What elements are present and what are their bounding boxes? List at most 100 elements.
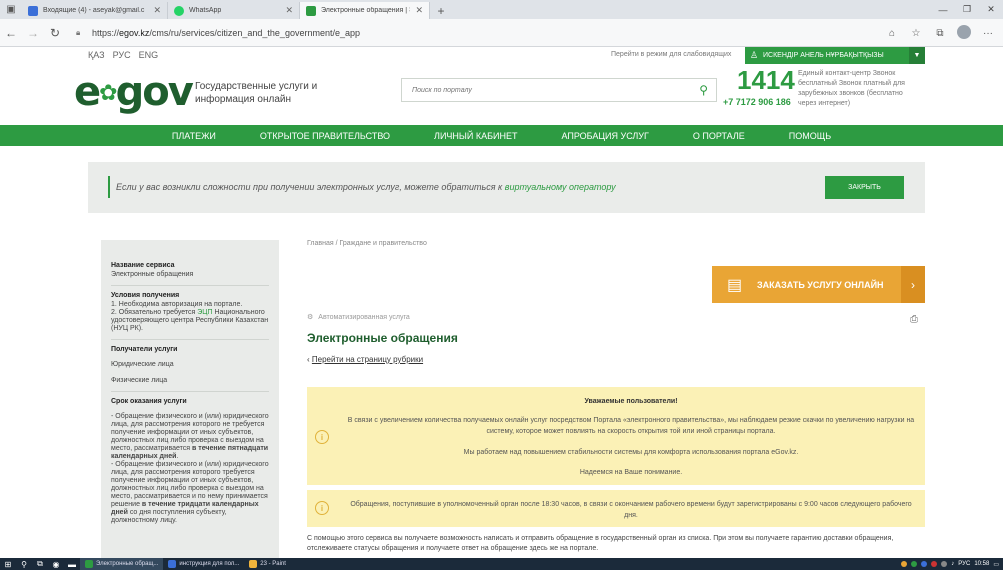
service-description: С помощью этого сервиса вы получаете воз…: [307, 535, 894, 552]
close-icon[interactable]: ✕: [415, 5, 423, 16]
user-account-button[interactable]: ♙ ИСКЕНДІР АНЕЛЬ НҰРБАҚЫТҚЫЗЫ ▼: [745, 47, 925, 64]
tab-actions-icon[interactable]: ▣: [0, 0, 22, 19]
order-service-online-button[interactable]: ▤ ЗАКАЗАТЬ УСЛУГУ ОНЛАЙН ›: [712, 266, 925, 303]
person-icon: ♙: [749, 50, 759, 60]
browser-tab-gmail[interactable]: Входящие (4) - aseyak@gmail.c ✕: [22, 2, 168, 19]
site-tagline: Государственные услуги и информация онла…: [195, 81, 318, 105]
collections-icon[interactable]: ⧉: [931, 28, 949, 39]
reload-icon[interactable]: ↻: [44, 19, 66, 47]
menu-service-testing[interactable]: АПРОБАЦИЯ УСЛУГ: [539, 125, 670, 146]
close-window-icon[interactable]: ✕: [979, 0, 1003, 19]
profile-icon[interactable]: [955, 24, 973, 42]
taskbar-app-instruction[interactable]: инструкция для пол...: [163, 558, 244, 570]
contact-number: 1414: [737, 65, 795, 95]
tray-icon[interactable]: [931, 561, 938, 567]
notifications-icon[interactable]: ▭: [993, 561, 999, 568]
document-icon: ▤: [726, 276, 743, 294]
address-bar: ← → ↻ 🔒︎ https://egov.kz/cms/ru/services…: [0, 19, 1003, 47]
new-tab-plus-icon[interactable]: +: [430, 2, 452, 19]
language-switcher: ҚАЗ РУС ENG: [88, 50, 158, 60]
maximize-icon[interactable]: ❐: [955, 0, 979, 19]
window-controls: — ❐ ✕: [931, 0, 1003, 19]
contact-info: Единый контакт-центр Звонок бесплатный З…: [798, 70, 905, 107]
close-icon[interactable]: ✕: [285, 5, 293, 16]
browser-tab-whatsapp[interactable]: WhatsApp ✕: [168, 2, 300, 19]
minimize-icon[interactable]: —: [931, 0, 955, 19]
taskbar-app-paint[interactable]: 23 - Paint: [244, 558, 291, 570]
help-notice: Если у вас возникли сложности при получе…: [88, 162, 925, 213]
gear-icon: ⚙: [307, 314, 314, 321]
menu-open-government[interactable]: ОТКРЫТОЕ ПРАВИТЕЛЬСТВО: [238, 125, 412, 146]
recipients-section: Получатели услуги Юридические лица Физич…: [111, 346, 269, 392]
reading-view-icon[interactable]: ⌂: [883, 28, 901, 39]
page-title: Электронные обращения: [307, 331, 458, 345]
working-hours-warning-box: i Обращения, поступившие в уполномоченны…: [307, 490, 925, 527]
close-icon[interactable]: ✕: [153, 5, 161, 16]
menu-personal-account[interactable]: ЛИЧНЫЙ КАБИНЕТ: [412, 125, 539, 146]
contact-number-paid: +7 7172 906 186: [723, 97, 791, 107]
edge-icon: [85, 560, 93, 568]
tray-icon[interactable]: [901, 561, 908, 567]
users-warning-box: i Уважаемые пользователи! В связи с увел…: [307, 387, 925, 485]
taskbar-app-egov[interactable]: Электронные обращ...: [80, 558, 164, 570]
search-input[interactable]: [402, 79, 682, 101]
chevron-right-icon: ›: [901, 266, 925, 303]
search-icon[interactable]: ⚲: [16, 560, 32, 569]
term-section: Срок оказания услуги - Обращение физичес…: [111, 398, 269, 524]
visually-impaired-link[interactable]: Перейти в режим для слабовидящих: [611, 51, 731, 58]
back-arrow-icon[interactable]: ←: [0, 19, 22, 47]
lang-rus[interactable]: РУС: [113, 50, 131, 60]
paint-icon: [249, 560, 258, 568]
notice-text: Если у вас возникли сложности при получе…: [116, 182, 616, 192]
tray-icon[interactable]: [941, 561, 948, 567]
contact-center: 1414 +7 7172 906 186 Единый контакт-цент…: [723, 66, 913, 122]
menu-help[interactable]: ПОМОЩЬ: [767, 125, 853, 146]
lock-icon: 🔒︎: [76, 27, 81, 37]
browser-tab-bar: ▣ Входящие (4) - aseyak@gmail.c ✕ WhatsA…: [0, 0, 1003, 19]
virtual-operator-link[interactable]: виртуальному оператору: [505, 182, 616, 192]
notice-accent-bar: [108, 176, 110, 198]
windows-taskbar: ⊞ ⚲ ⧉ ◉ ▬ Электронные обращ... инструкци…: [0, 558, 1003, 570]
forward-arrow-icon[interactable]: →: [22, 19, 44, 47]
lang-kaz[interactable]: ҚАЗ: [88, 50, 105, 60]
task-view-icon[interactable]: ⧉: [32, 559, 48, 569]
site-top-strip: ҚАЗ РУС ENG Перейти в режим для слабовид…: [0, 47, 1003, 64]
tray-icon[interactable]: [911, 561, 918, 567]
word-icon: [168, 560, 177, 568]
eds-link[interactable]: ЭЦП: [197, 309, 212, 316]
volume-icon[interactable]: ♪: [951, 561, 954, 567]
menu-about-portal[interactable]: О ПОРТАЛЕ: [671, 125, 767, 146]
url-field[interactable]: 🔒︎ https://egov.kz/cms/ru/services/citiz…: [76, 28, 360, 38]
tray-icon[interactable]: [921, 561, 928, 567]
system-tray: ♪ РУС 10:58 ▭: [901, 558, 999, 570]
clock[interactable]: 10:58: [974, 561, 989, 567]
windows-start-icon[interactable]: ⊞: [0, 560, 16, 569]
keyboard-lang[interactable]: РУС: [958, 561, 970, 567]
back-to-rubric-link[interactable]: ‹ Перейти на страницу рубрики: [307, 355, 423, 364]
search-icon[interactable]: ⚲: [699, 83, 708, 97]
chevron-down-icon[interactable]: ▼: [909, 47, 925, 64]
favorite-star-icon[interactable]: ☆: [907, 28, 925, 39]
gmail-favicon-icon: [28, 5, 38, 16]
breadcrumb[interactable]: Главная / Граждане и правительство: [307, 240, 427, 247]
chrome-icon[interactable]: ◉: [48, 560, 64, 569]
menu-payments[interactable]: ПЛАТЕЖИ: [150, 125, 238, 146]
more-menu-icon[interactable]: ···: [979, 28, 997, 39]
lang-eng[interactable]: ENG: [139, 50, 159, 60]
service-name-section: Название сервиса Электронные обращения: [111, 262, 269, 286]
close-notice-button[interactable]: ЗАКРЫТЬ: [825, 176, 904, 199]
automated-service-label: ⚙ Автоматизированная услуга: [307, 313, 410, 322]
egov-favicon-icon: [306, 5, 316, 16]
info-icon: i: [315, 501, 329, 515]
print-icon[interactable]: ⎙: [910, 314, 918, 325]
service-info-sidebar: Название сервиса Электронные обращения У…: [101, 240, 279, 558]
browser-toolbar: ⌂ ☆ ⧉ ···: [883, 19, 997, 47]
site-search: ⚲: [401, 78, 717, 102]
avatar: [957, 24, 971, 39]
site-header: e✿gov Государственные услуги и информаци…: [0, 64, 1003, 125]
egov-logo[interactable]: e✿gov: [74, 70, 194, 116]
file-explorer-icon[interactable]: ▬: [64, 560, 80, 569]
browser-tab-egov[interactable]: Электронные обращения | Элек ✕: [300, 2, 430, 19]
info-icon: i: [315, 430, 329, 444]
main-menu: ПЛАТЕЖИ ОТКРЫТОЕ ПРАВИТЕЛЬСТВО ЛИЧНЫЙ КА…: [0, 125, 1003, 146]
